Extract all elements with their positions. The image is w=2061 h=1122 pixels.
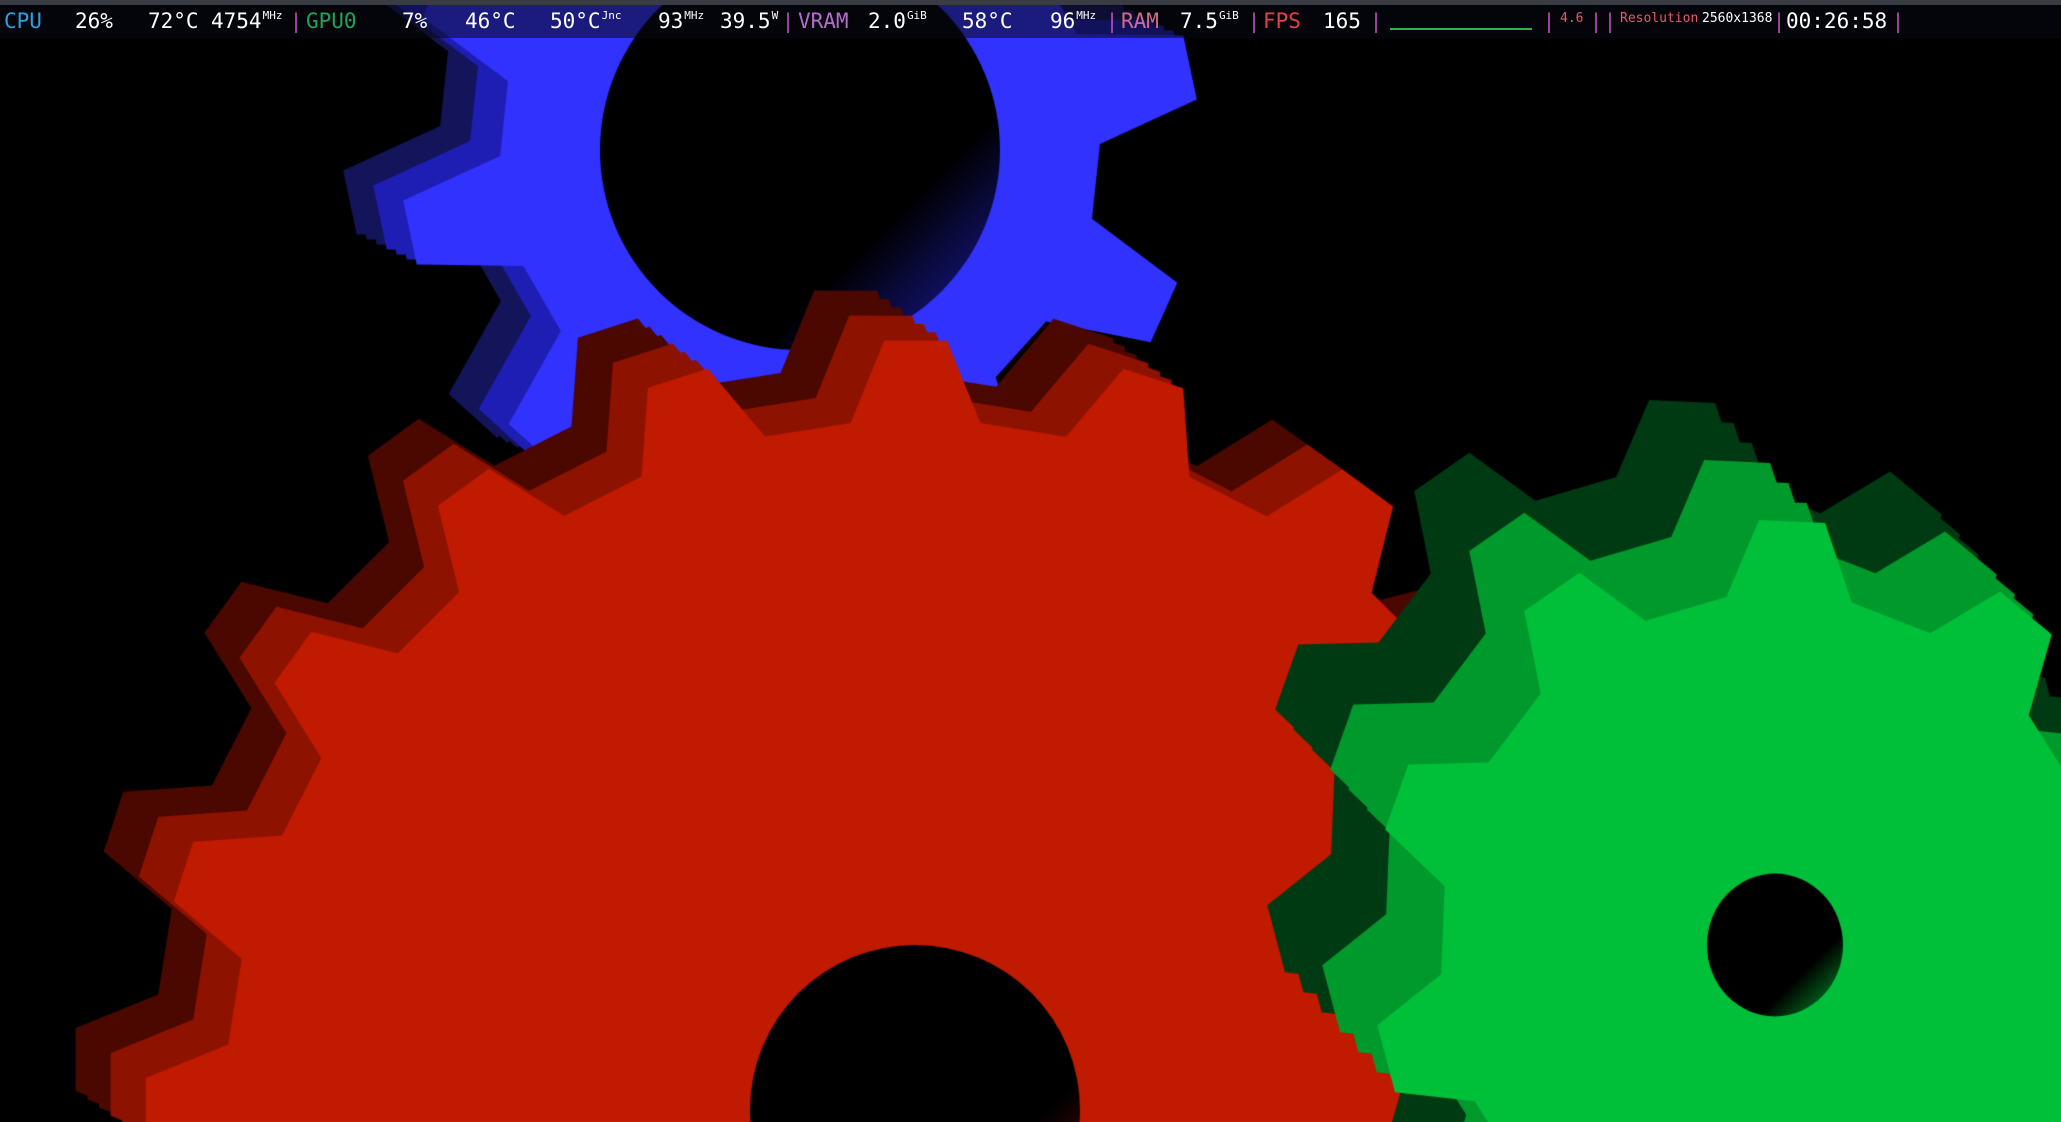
vram-clock: 96MHz bbox=[1050, 5, 1096, 38]
frametime-number: 4.6 bbox=[1560, 11, 1584, 26]
gpu-label: GPU0 bbox=[306, 9, 357, 33]
gpu-power: 39.5W bbox=[720, 5, 778, 38]
cpu-clock-unit: MHz bbox=[262, 9, 283, 22]
gpu-junction-temp: 50°CJnc bbox=[550, 5, 621, 38]
gpu-clock-value: 93 bbox=[658, 9, 684, 33]
ram-label: RAM bbox=[1121, 9, 1159, 33]
gpu-clock-unit: MHz bbox=[684, 9, 705, 22]
separator: | bbox=[1604, 9, 1617, 33]
ram-used: 7.5GiB bbox=[1180, 5, 1239, 38]
ram-used-unit: GiB bbox=[1218, 9, 1239, 22]
separator: | bbox=[782, 9, 795, 33]
vram-used-unit: GiB bbox=[906, 9, 927, 22]
separator: | bbox=[290, 9, 303, 33]
separator: | bbox=[1543, 9, 1556, 33]
cpu-temp: 72°C bbox=[148, 9, 199, 33]
gpu-temp: 46°C bbox=[465, 9, 516, 33]
separator: | bbox=[1892, 9, 1905, 33]
ram-used-value: 7.5 bbox=[1180, 9, 1218, 33]
frametime-graph bbox=[1390, 28, 1532, 30]
vram-used: 2.0GiB bbox=[868, 5, 927, 38]
vram-clock-value: 96 bbox=[1050, 9, 1076, 33]
fps-label: FPS bbox=[1263, 9, 1301, 33]
separator: | bbox=[1590, 9, 1603, 33]
separator: | bbox=[1370, 9, 1383, 33]
gpu-power-value: 39.5 bbox=[720, 9, 771, 33]
cpu-label: CPU bbox=[4, 9, 42, 33]
separator: | bbox=[1773, 9, 1786, 33]
resolution-value-text: 2560x1368 bbox=[1702, 11, 1773, 26]
resolution-label: Resolution bbox=[1620, 5, 1698, 38]
resolution-label-text: Resolution bbox=[1620, 11, 1699, 26]
vram-used-value: 2.0 bbox=[868, 9, 906, 33]
resolution-value: 2560x1368 bbox=[1702, 5, 1772, 38]
session-clock: 00:26:58 bbox=[1786, 9, 1888, 33]
gpu-load: 7% bbox=[402, 9, 428, 33]
separator: | bbox=[1106, 9, 1119, 33]
separator: | bbox=[1248, 9, 1261, 33]
frametime-value: 4.6 bbox=[1560, 5, 1583, 38]
gpu-power-unit: W bbox=[771, 9, 779, 22]
gpu-clock: 93MHz bbox=[658, 5, 704, 38]
vram-temp: 58°C bbox=[962, 9, 1013, 33]
vram-label: VRAM bbox=[798, 9, 849, 33]
fps-value: 165 bbox=[1323, 9, 1361, 33]
gpu-junction-unit: Jnc bbox=[601, 9, 622, 22]
cpu-load: 26% bbox=[75, 9, 113, 33]
vram-clock-unit: MHz bbox=[1076, 9, 1097, 22]
gpu-junction-value: 50°C bbox=[550, 9, 601, 33]
performance-overlay: CPU 26% 72°C 4754MHz | GPU0 7% 46°C 50°C… bbox=[0, 0, 2061, 38]
cpu-clock-value: 4754 bbox=[211, 9, 262, 33]
cpu-clock: 4754MHz bbox=[211, 5, 282, 38]
gears-3d-viewport[interactable] bbox=[0, 0, 2061, 1122]
